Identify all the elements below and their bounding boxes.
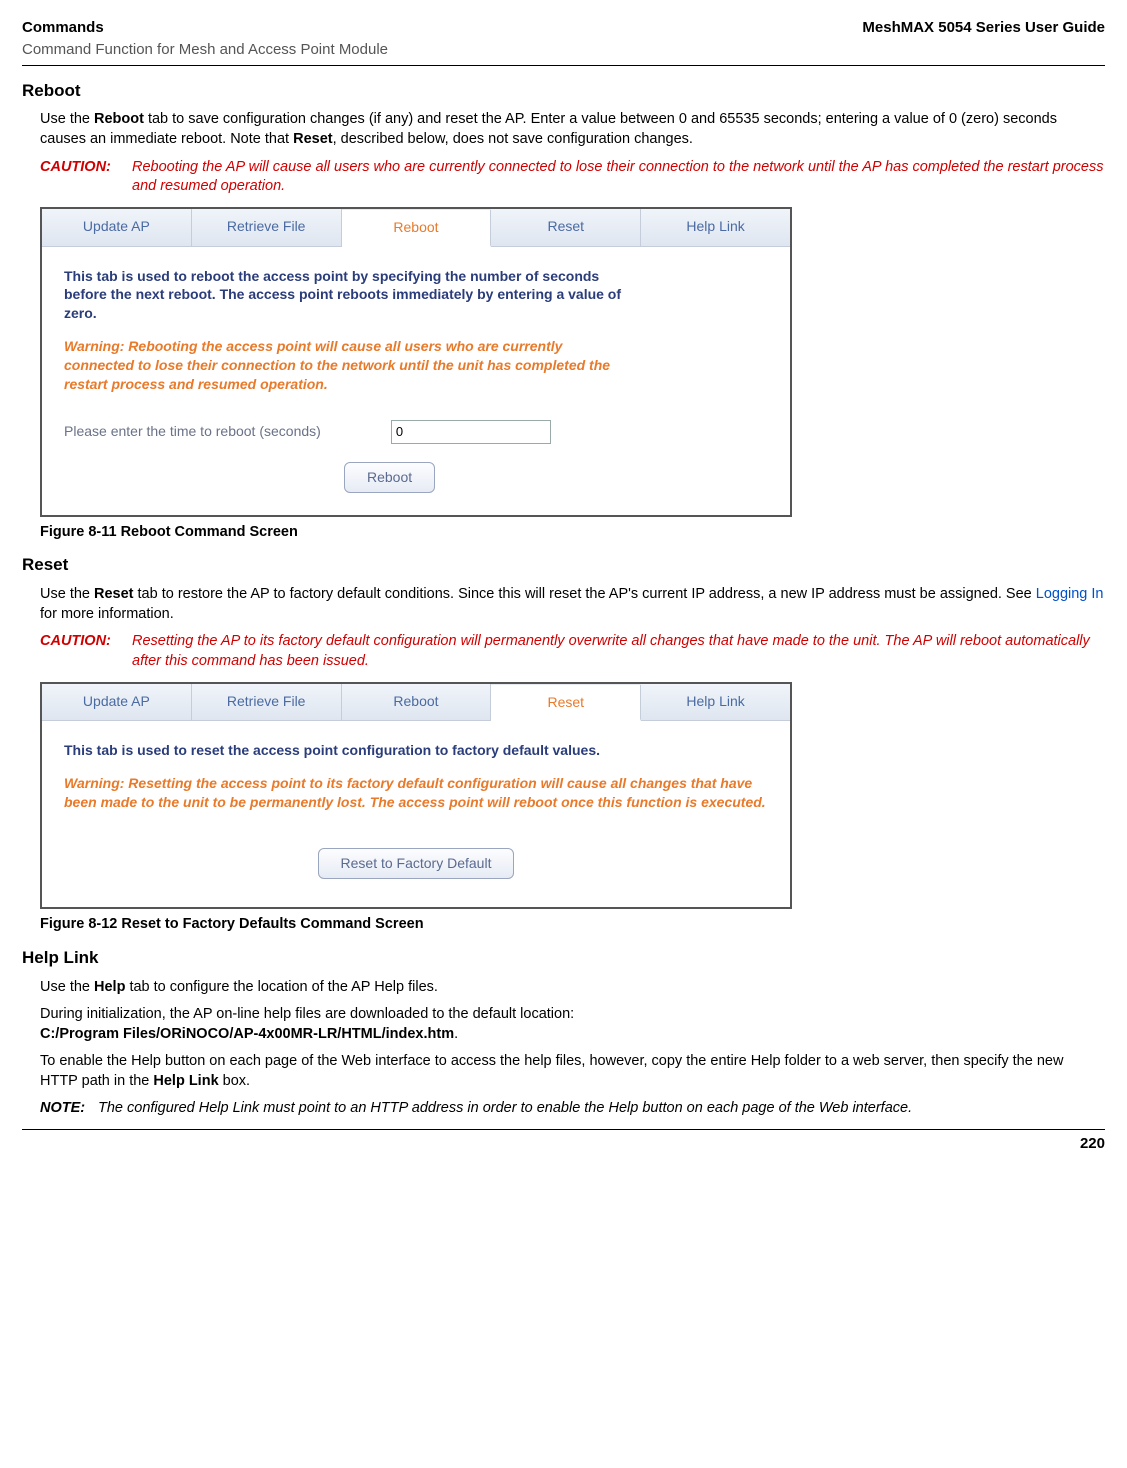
reset-paragraph: Use the Reset tab to restore the AP to f…: [40, 585, 1105, 624]
reboot-seconds-input[interactable]: [391, 420, 551, 444]
help-p2: During initialization, the AP on-line he…: [40, 1005, 1105, 1044]
reboot-screenshot: Update AP Retrieve File Reboot Reset Hel…: [40, 207, 792, 517]
text: Use the: [40, 111, 94, 127]
tab-update-ap[interactable]: Update AP: [42, 684, 192, 721]
reboot-paragraph: Use the Reboot tab to save configuration…: [40, 110, 1105, 149]
reset-warning: Warning: Resetting the access point to i…: [64, 774, 768, 812]
text: .: [454, 1026, 458, 1042]
help-note: NOTE: The configured Help Link must poin…: [40, 1099, 1105, 1119]
tab-reboot[interactable]: Reboot: [342, 210, 492, 247]
reset-desc: This tab is used to reset the access poi…: [64, 741, 768, 760]
reboot-prompt-label: Please enter the time to reboot (seconds…: [64, 422, 321, 441]
reboot-button[interactable]: Reboot: [344, 462, 435, 493]
bold-text: Reset: [293, 131, 333, 147]
tab-retrieve-file[interactable]: Retrieve File: [192, 209, 342, 246]
bold-text: Help: [94, 979, 125, 995]
tab-help-link[interactable]: Help Link: [641, 684, 790, 721]
header-left: Commands: [22, 18, 104, 38]
header-subtitle: Command Function for Mesh and Access Poi…: [22, 40, 1105, 60]
bold-text: Help Link: [153, 1073, 218, 1089]
reboot-caution: CAUTION: Rebooting the AP will cause all…: [40, 158, 1105, 197]
reboot-desc: This tab is used to reboot the access po…: [64, 267, 624, 324]
reset-caution: CAUTION: Resetting the AP to its factory…: [40, 632, 1105, 671]
text: tab to restore the AP to factory default…: [134, 586, 1036, 602]
page-number: 220: [22, 1134, 1105, 1154]
footer-rule: [22, 1129, 1105, 1130]
text: for more information.: [40, 606, 174, 622]
section-title-help: Help Link: [22, 947, 1105, 970]
section-title-reboot: Reboot: [22, 80, 1105, 103]
tab-update-ap[interactable]: Update AP: [42, 209, 192, 246]
help-p3: To enable the Help button on each page o…: [40, 1052, 1105, 1091]
note-label: NOTE:: [40, 1099, 98, 1119]
reboot-warning: Warning: Rebooting the access point will…: [64, 337, 624, 394]
reset-factory-button[interactable]: Reset to Factory Default: [318, 848, 515, 879]
caution-text: Resetting the AP to its factory default …: [132, 632, 1105, 671]
logging-in-link[interactable]: Logging In: [1036, 586, 1104, 602]
tab-reboot[interactable]: Reboot: [342, 684, 492, 721]
text: Use the: [40, 979, 94, 995]
caution-label: CAUTION:: [40, 158, 132, 197]
bold-text: Reset: [94, 586, 134, 602]
tab-help-link[interactable]: Help Link: [641, 209, 790, 246]
text: Use the: [40, 586, 94, 602]
tab-reset[interactable]: Reset: [491, 209, 641, 246]
text: box.: [219, 1073, 250, 1089]
caution-text: Rebooting the AP will cause all users wh…: [132, 158, 1105, 197]
tab-reset[interactable]: Reset: [491, 685, 641, 722]
caution-label: CAUTION:: [40, 632, 132, 671]
text: During initialization, the AP on-line he…: [40, 1006, 574, 1022]
figure-caption-reset: Figure 8-12 Reset to Factory Defaults Co…: [40, 915, 1105, 935]
reboot-tabbar: Update AP Retrieve File Reboot Reset Hel…: [42, 209, 790, 247]
bold-text: C:/Program Files/ORiNOCO/AP-4x00MR-LR/HT…: [40, 1026, 454, 1042]
bold-text: Reboot: [94, 111, 144, 127]
note-text: The configured Help Link must point to a…: [98, 1099, 1105, 1119]
text: , described below, does not save configu…: [333, 131, 693, 147]
tab-retrieve-file[interactable]: Retrieve File: [192, 684, 342, 721]
help-p1: Use the Help tab to configure the locati…: [40, 978, 1105, 998]
header-rule: [22, 65, 1105, 66]
text: tab to configure the location of the AP …: [125, 979, 438, 995]
reset-tabbar: Update AP Retrieve File Reboot Reset Hel…: [42, 684, 790, 722]
figure-caption-reboot: Figure 8-11 Reboot Command Screen: [40, 523, 1105, 543]
header-right: MeshMAX 5054 Series User Guide: [862, 18, 1105, 38]
section-title-reset: Reset: [22, 554, 1105, 577]
reset-screenshot: Update AP Retrieve File Reboot Reset Hel…: [40, 682, 792, 909]
